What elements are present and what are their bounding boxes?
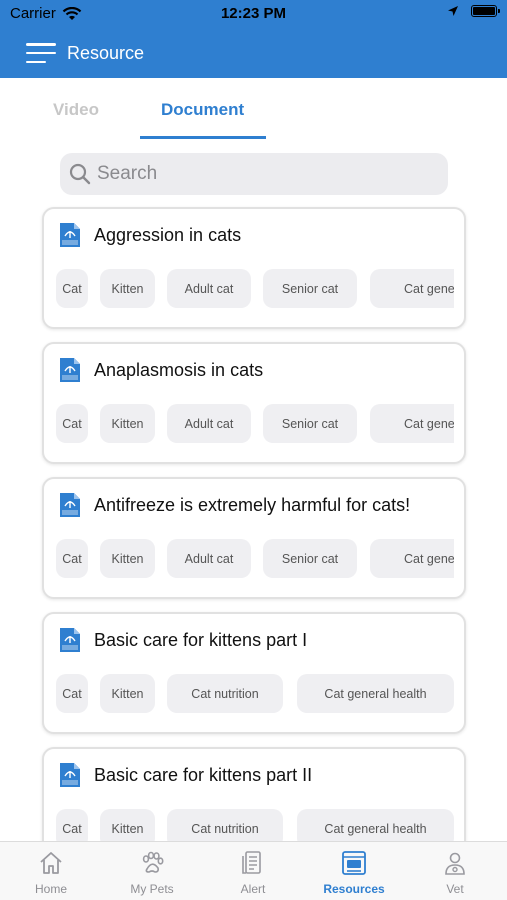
- tag-list: Cat Kitten Adult cat Senior cat Cat gene: [56, 404, 454, 444]
- tag-chip[interactable]: Cat: [56, 809, 88, 841]
- status-bar: Carrier 12:23 PM: [0, 0, 507, 28]
- nav-alert[interactable]: Alert: [207, 850, 299, 896]
- document-title: Anaplasmosis in cats: [94, 360, 264, 380]
- tag-chip[interactable]: Cat: [56, 539, 88, 578]
- tag-chip[interactable]: Cat: [56, 404, 88, 443]
- tag-chip[interactable]: Kitten: [100, 674, 155, 713]
- resource-tabs: Video Document: [0, 78, 507, 140]
- tag-list: Cat Kitten Adult cat Senior cat Cat gene: [56, 539, 454, 579]
- tab-video[interactable]: Video: [53, 100, 99, 120]
- tag-chip[interactable]: Kitten: [100, 539, 155, 578]
- alert-document-icon: [242, 851, 261, 874]
- document-title: Aggression in cats: [94, 225, 242, 245]
- battery-icon: [471, 5, 500, 17]
- tag-chip[interactable]: Adult cat: [167, 404, 251, 443]
- document-card[interactable]: Basic care for kittens part I Cat Kitten…: [42, 612, 466, 734]
- active-tab-indicator: [140, 136, 266, 139]
- nav-label: My Pets: [130, 882, 174, 896]
- home-icon: [40, 852, 62, 874]
- tag-chip[interactable]: Cat general health: [297, 809, 454, 841]
- tag-chip[interactable]: Kitten: [100, 269, 155, 308]
- app-header: Resource: [0, 28, 507, 78]
- tag-chip[interactable]: Adult cat: [167, 539, 251, 578]
- tag-chip[interactable]: Cat gene: [370, 269, 454, 308]
- nav-label: Resources: [323, 882, 385, 896]
- tag-chip[interactable]: Cat nutrition: [167, 674, 283, 713]
- document-title: Antifreeze is extremely harmful for cats…: [94, 495, 411, 515]
- search-placeholder: Search: [97, 163, 158, 184]
- nav-label: Alert: [240, 882, 266, 896]
- pdf-icon: [60, 493, 80, 517]
- document-title: Basic care for kittens part I: [94, 630, 308, 650]
- tag-chip[interactable]: Senior cat: [263, 404, 357, 443]
- hamburger-menu-icon[interactable]: [26, 43, 56, 63]
- nav-label: Home: [34, 882, 67, 896]
- tag-chip[interactable]: Kitten: [100, 404, 155, 443]
- search-icon: [69, 163, 91, 185]
- document-title: Basic care for kittens part II: [94, 765, 313, 785]
- tag-chip[interactable]: Cat gene: [370, 404, 454, 443]
- nav-label: Vet: [446, 882, 464, 896]
- document-card[interactable]: Antifreeze is extremely harmful for cats…: [42, 477, 466, 599]
- bottom-tab-bar: Home My Pets Alert Resources Vet: [0, 841, 507, 900]
- tag-list: Cat Kitten Cat nutrition Cat general hea…: [56, 674, 454, 714]
- tag-chip[interactable]: Senior cat: [263, 269, 357, 308]
- vet-icon: [445, 852, 465, 875]
- status-time: 12:23 PM: [220, 5, 287, 22]
- tag-chip[interactable]: Adult cat: [167, 269, 251, 308]
- tag-chip[interactable]: Kitten: [100, 809, 155, 841]
- paw-icon: [142, 851, 164, 873]
- page-title: Resource: [67, 42, 145, 63]
- resources-icon: [342, 851, 366, 875]
- tag-chip[interactable]: Cat gene: [370, 539, 454, 578]
- document-card[interactable]: Anaplasmosis in cats Cat Kitten Adult ca…: [42, 342, 466, 464]
- document-list: Aggression in cats Cat Kitten Adult cat …: [0, 205, 507, 841]
- pdf-icon: [60, 628, 80, 652]
- tag-chip[interactable]: Senior cat: [263, 539, 357, 578]
- status-right: [447, 5, 500, 17]
- document-card[interactable]: Basic care for kittens part II Cat Kitte…: [42, 747, 466, 841]
- nav-vet[interactable]: Vet: [409, 850, 501, 896]
- tag-list: Cat Kitten Adult cat Senior cat Cat gene: [56, 269, 454, 309]
- pdf-icon: [60, 763, 80, 787]
- tag-chip[interactable]: Cat: [56, 674, 88, 713]
- tag-chip[interactable]: Cat nutrition: [167, 809, 283, 841]
- tab-document[interactable]: Document: [161, 100, 244, 120]
- nav-my-pets[interactable]: My Pets: [106, 850, 198, 896]
- document-card[interactable]: Aggression in cats Cat Kitten Adult cat …: [42, 207, 466, 329]
- nav-resources[interactable]: Resources: [308, 850, 400, 896]
- location-arrow-icon: [448, 6, 458, 16]
- search-input[interactable]: Search: [60, 153, 448, 195]
- tag-list: Cat Kitten Cat nutrition Cat general hea…: [56, 809, 454, 841]
- pdf-icon: [60, 223, 80, 247]
- nav-home[interactable]: Home: [5, 850, 97, 896]
- tag-chip[interactable]: Cat: [56, 269, 88, 308]
- pdf-icon: [60, 358, 80, 382]
- tag-chip[interactable]: Cat general health: [297, 674, 454, 713]
